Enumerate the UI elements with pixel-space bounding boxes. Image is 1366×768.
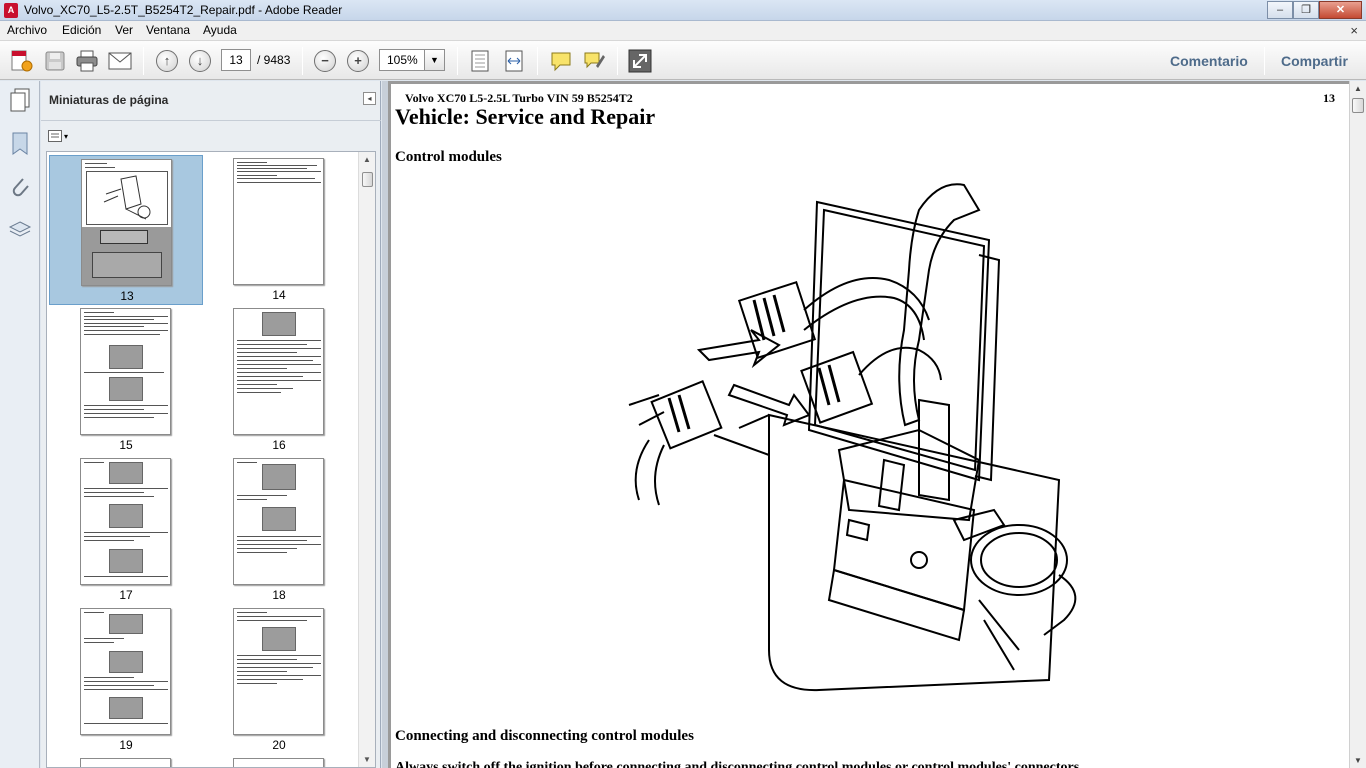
- document-view: Volvo XC70 L5-2.5L Turbo VIN 59 B5254T2 …: [382, 81, 1366, 768]
- thumbnail-preview: [80, 608, 171, 735]
- thumbnails-scroll-thumb[interactable]: [362, 172, 373, 187]
- save-icon[interactable]: [42, 48, 68, 74]
- thumbnail-page-13[interactable]: 13: [49, 155, 203, 305]
- document-scroll-thumb[interactable]: [1352, 98, 1364, 113]
- thumbnail-page-partial[interactable]: [202, 755, 356, 767]
- thumbnail-preview: [233, 158, 324, 285]
- document-page: Volvo XC70 L5-2.5L Turbo VIN 59 B5254T2 …: [391, 84, 1349, 768]
- thumbnails-list: 13 14 15 16 17 18 19 20 ▲ ▼: [46, 151, 376, 768]
- collapse-panel-button[interactable]: ◂: [363, 92, 376, 105]
- thumbnail-page-15[interactable]: 15: [49, 305, 203, 455]
- doc-scroll-up-icon[interactable]: ▲: [1354, 84, 1362, 93]
- thumbnail-preview: [233, 458, 324, 585]
- document-scrollbar[interactable]: ▲ ▼: [1349, 81, 1366, 768]
- comment-icon[interactable]: [548, 48, 574, 74]
- comentario-button[interactable]: Comentario: [1170, 53, 1248, 69]
- thumbnail-preview: [233, 308, 324, 435]
- thumbnail-page-14[interactable]: 14: [202, 155, 356, 305]
- thumbnail-page-partial[interactable]: [49, 755, 203, 767]
- menu-bar: Archivo Edición Ver Ventana Ayuda ×: [0, 21, 1366, 41]
- minimize-button[interactable]: –: [1267, 1, 1293, 19]
- thumbnail-preview: [80, 758, 171, 767]
- document-section-heading-2: Connecting and disconnecting control mod…: [395, 728, 694, 744]
- page-number-input[interactable]: 13: [221, 49, 251, 71]
- zoom-in-button[interactable]: +: [347, 50, 369, 72]
- thumbnail-page-number: 14: [272, 288, 286, 302]
- thumbnails-scrollbar[interactable]: ▲ ▼: [358, 152, 375, 767]
- navigation-pane-strip: [0, 81, 40, 768]
- create-pdf-icon[interactable]: [8, 48, 34, 74]
- page-thumbnails-icon[interactable]: [7, 87, 33, 113]
- thumbnail-preview: [233, 608, 324, 735]
- menu-archivo[interactable]: Archivo: [7, 23, 47, 37]
- page-total: / 9483: [257, 53, 291, 67]
- thumbnail-page-20[interactable]: 20: [202, 605, 356, 755]
- zoom-out-button[interactable]: −: [314, 50, 336, 72]
- document-title: Vehicle: Service and Repair: [395, 104, 656, 129]
- thumbnail-page-16[interactable]: 16: [202, 305, 356, 455]
- maximize-button[interactable]: ❐: [1293, 1, 1319, 19]
- compartir-button[interactable]: Compartir: [1281, 53, 1348, 69]
- menu-close-button[interactable]: ×: [1350, 23, 1358, 38]
- fullscreen-icon[interactable]: [627, 48, 653, 74]
- thumbnails-panel: Miniaturas de página ◂ ▾ 13 14 15 16 17 …: [41, 81, 381, 768]
- fit-width-icon[interactable]: [501, 48, 527, 74]
- thumbnail-page-number: 18: [272, 588, 286, 602]
- thumbnails-panel-title: Miniaturas de página: [49, 93, 169, 107]
- thumbnail-options-button[interactable]: ▾: [48, 127, 76, 145]
- window-controls: – ❐ ✕: [1267, 1, 1362, 19]
- thumbnail-preview: [81, 159, 172, 286]
- attachments-icon[interactable]: [7, 174, 33, 200]
- thumbnail-page-number: 13: [120, 289, 134, 303]
- next-page-button[interactable]: ↓: [189, 50, 211, 72]
- thumbnail-page-number: 16: [272, 438, 286, 452]
- thumbnail-page-number: 19: [119, 738, 133, 752]
- fit-page-icon[interactable]: [467, 48, 493, 74]
- thumbnail-preview: [80, 458, 171, 585]
- scroll-up-icon[interactable]: ▲: [363, 155, 371, 164]
- menu-ventana[interactable]: Ventana: [146, 23, 190, 37]
- window-title: Volvo_XC70_L5-2.5T_B5254T2_Repair.pdf - …: [24, 3, 343, 17]
- email-icon[interactable]: [107, 48, 133, 74]
- options-list-icon: [48, 130, 62, 142]
- close-button[interactable]: ✕: [1319, 1, 1362, 19]
- menu-ayuda[interactable]: Ayuda: [203, 23, 237, 37]
- zoom-dropdown-button[interactable]: ▼: [425, 49, 445, 71]
- options-dropdown-icon: ▾: [64, 131, 69, 141]
- scroll-down-icon[interactable]: ▼: [363, 755, 371, 764]
- document-section-heading: Control modules: [395, 149, 502, 165]
- thumbnail-page-18[interactable]: 18: [202, 455, 356, 605]
- thumbnail-page-number: 17: [119, 588, 133, 602]
- print-icon[interactable]: [74, 48, 100, 74]
- thumbnail-page-17[interactable]: 17: [49, 455, 203, 605]
- highlight-icon[interactable]: [581, 48, 607, 74]
- document-body-line: Always switch off the ignition before co…: [395, 760, 1083, 768]
- thumbnail-page-number: 15: [119, 438, 133, 452]
- toolbar: ↑ ↓ 13 / 9483 − + 105% ▼ Comentario Comp…: [0, 41, 1366, 80]
- layers-icon[interactable]: [7, 217, 33, 243]
- control-modules-illustration: [628, 183, 1077, 692]
- menu-edicion[interactable]: Edición: [62, 23, 101, 37]
- thumbnail-page-number: 20: [272, 738, 286, 752]
- title-bar: A Volvo_XC70_L5-2.5T_B5254T2_Repair.pdf …: [0, 0, 1366, 21]
- thumbnail-preview: [233, 758, 324, 767]
- previous-page-button[interactable]: ↑: [156, 50, 178, 72]
- thumbnails-panel-header: Miniaturas de página ◂: [41, 81, 381, 121]
- thumbnail-page-19[interactable]: 19: [49, 605, 203, 755]
- bookmarks-icon[interactable]: [7, 131, 33, 157]
- doc-scroll-down-icon[interactable]: ▼: [1354, 756, 1362, 765]
- adobe-reader-icon: A: [4, 3, 18, 18]
- document-page-number: 13: [1323, 91, 1335, 105]
- menu-ver[interactable]: Ver: [115, 23, 133, 37]
- zoom-input[interactable]: 105%: [379, 49, 425, 71]
- thumbnail-preview: [80, 308, 171, 435]
